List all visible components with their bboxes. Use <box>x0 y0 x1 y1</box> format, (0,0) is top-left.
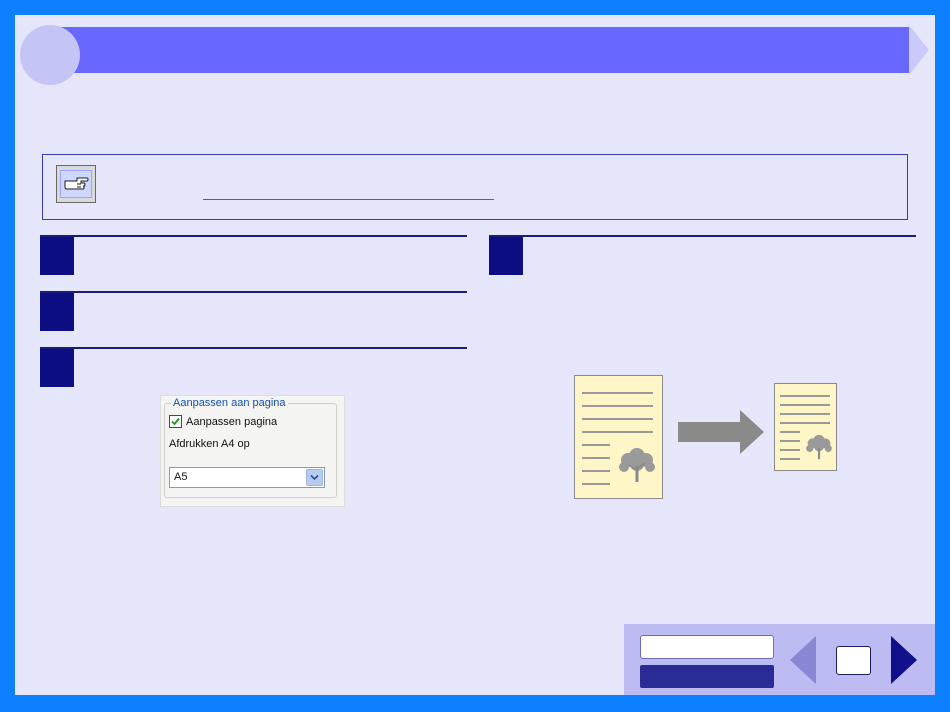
text-line <box>780 404 830 406</box>
title-bar-band <box>50 27 910 73</box>
text-line <box>582 418 653 420</box>
text-line <box>582 405 653 407</box>
check-icon <box>171 417 180 426</box>
paper-size-value: A5 <box>174 471 188 483</box>
pointing-hand-icon <box>56 165 96 203</box>
fit-to-page-checkbox[interactable] <box>169 415 182 428</box>
text-line <box>582 457 610 459</box>
original-a4-document <box>574 375 663 499</box>
index-button[interactable] <box>640 665 774 688</box>
text-line <box>582 444 610 446</box>
tree-icon <box>619 448 655 482</box>
reduced-a5-document <box>774 383 837 471</box>
step-3 <box>40 347 467 387</box>
step-4-number <box>489 237 523 275</box>
text-line <box>780 395 830 397</box>
step-2-number <box>40 293 74 331</box>
step-3-number <box>40 349 74 387</box>
step-4 <box>489 235 916 275</box>
paper-size-select[interactable]: A5 <box>169 467 325 488</box>
title-bar <box>20 25 930 85</box>
fit-to-page-legend: Aanpassen aan pagina <box>173 397 286 409</box>
title-bar-arrow <box>909 25 929 75</box>
text-line <box>780 413 830 415</box>
right-arrow-icon <box>678 410 764 454</box>
text-line <box>780 431 800 433</box>
page-number-box <box>836 646 871 675</box>
text-line <box>582 470 610 472</box>
note-link[interactable] <box>203 199 494 200</box>
text-line <box>582 483 610 485</box>
next-page-arrow-icon[interactable] <box>891 636 917 684</box>
contents-button[interactable] <box>640 635 774 659</box>
step-2 <box>40 291 467 331</box>
fit-to-page-checkbox-row[interactable]: Aanpassen pagina <box>169 415 277 428</box>
tree-icon <box>806 434 832 460</box>
fit-to-page-dialog: Aanpassen aan pagina Aanpassen pagina Af… <box>160 395 345 507</box>
text-line <box>582 431 653 433</box>
step-1-number <box>40 237 74 275</box>
fit-to-page-checkbox-label: Aanpassen pagina <box>186 415 278 428</box>
navigation-panel <box>624 624 935 695</box>
title-bar-circle <box>20 25 80 85</box>
text-line <box>582 392 653 394</box>
text-line <box>780 458 800 460</box>
note-box <box>42 154 908 220</box>
page: Aanpassen aan pagina Aanpassen pagina Af… <box>15 15 935 695</box>
step-1 <box>40 235 467 275</box>
text-line <box>780 440 800 442</box>
chevron-down-icon[interactable] <box>306 469 323 486</box>
text-line <box>780 449 800 451</box>
previous-page-arrow-icon[interactable] <box>790 636 816 684</box>
print-on-label: Afdrukken A4 op <box>169 438 250 450</box>
text-line <box>780 422 830 424</box>
